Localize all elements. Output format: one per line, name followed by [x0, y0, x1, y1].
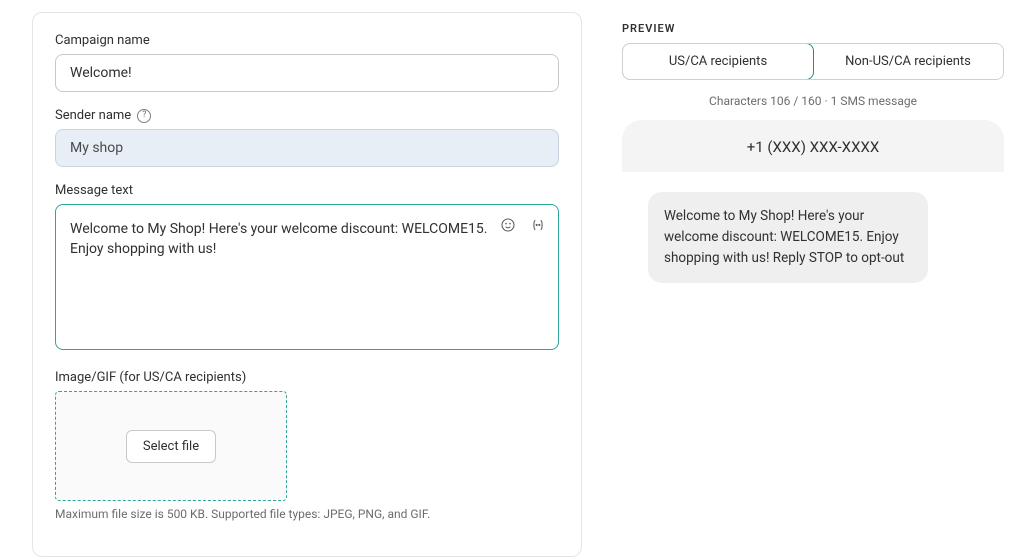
sender-name-input[interactable]: [55, 129, 559, 167]
campaign-name-label: Campaign name: [55, 33, 559, 48]
message-toolbar: [499, 216, 547, 234]
image-upload-dropzone[interactable]: Select file: [55, 391, 287, 501]
message-text-wrap: [55, 204, 559, 354]
message-text-label: Message text: [55, 183, 559, 198]
image-helper-text: Maximum file size is 500 KB. Supported f…: [55, 507, 559, 521]
message-text-group: Message text: [55, 183, 559, 354]
select-file-button[interactable]: Select file: [126, 430, 216, 463]
phone-number: +1 (XXX) XXX-XXXX: [622, 120, 1004, 172]
sender-name-label-row: Sender name ?: [55, 108, 559, 123]
message-text-input[interactable]: [55, 204, 559, 350]
help-icon[interactable]: ?: [137, 109, 151, 123]
sender-name-label: Sender name: [55, 108, 131, 123]
placeholder-insert-icon[interactable]: [529, 216, 547, 234]
image-upload-group: Image/GIF (for US/CA recipients) Select …: [55, 370, 559, 521]
sms-bubble: Welcome to My Shop! Here's your welcome …: [648, 192, 928, 283]
campaign-form-card: Campaign name Sender name ? Message text: [32, 12, 582, 557]
sender-name-group: Sender name ?: [55, 108, 559, 167]
phone-preview: +1 (XXX) XXX-XXXX Welcome to My Shop! He…: [622, 120, 1004, 532]
emoji-icon[interactable]: [499, 216, 517, 234]
image-upload-label: Image/GIF (for US/CA recipients): [55, 370, 559, 385]
campaign-name-group: Campaign name: [55, 33, 559, 92]
preview-panel: PREVIEW US/CA recipients Non-US/CA recip…: [622, 12, 1004, 557]
recipient-tabs: US/CA recipients Non-US/CA recipients: [622, 43, 1004, 80]
campaign-name-input[interactable]: [55, 54, 559, 92]
preview-heading: PREVIEW: [622, 22, 1004, 35]
phone-body: Welcome to My Shop! Here's your welcome …: [622, 172, 1004, 532]
tab-us-ca[interactable]: US/CA recipients: [622, 43, 814, 80]
character-count: Characters 106 / 160 · 1 SMS message: [622, 94, 1004, 108]
tab-non-us-ca[interactable]: Non-US/CA recipients: [813, 44, 1003, 79]
